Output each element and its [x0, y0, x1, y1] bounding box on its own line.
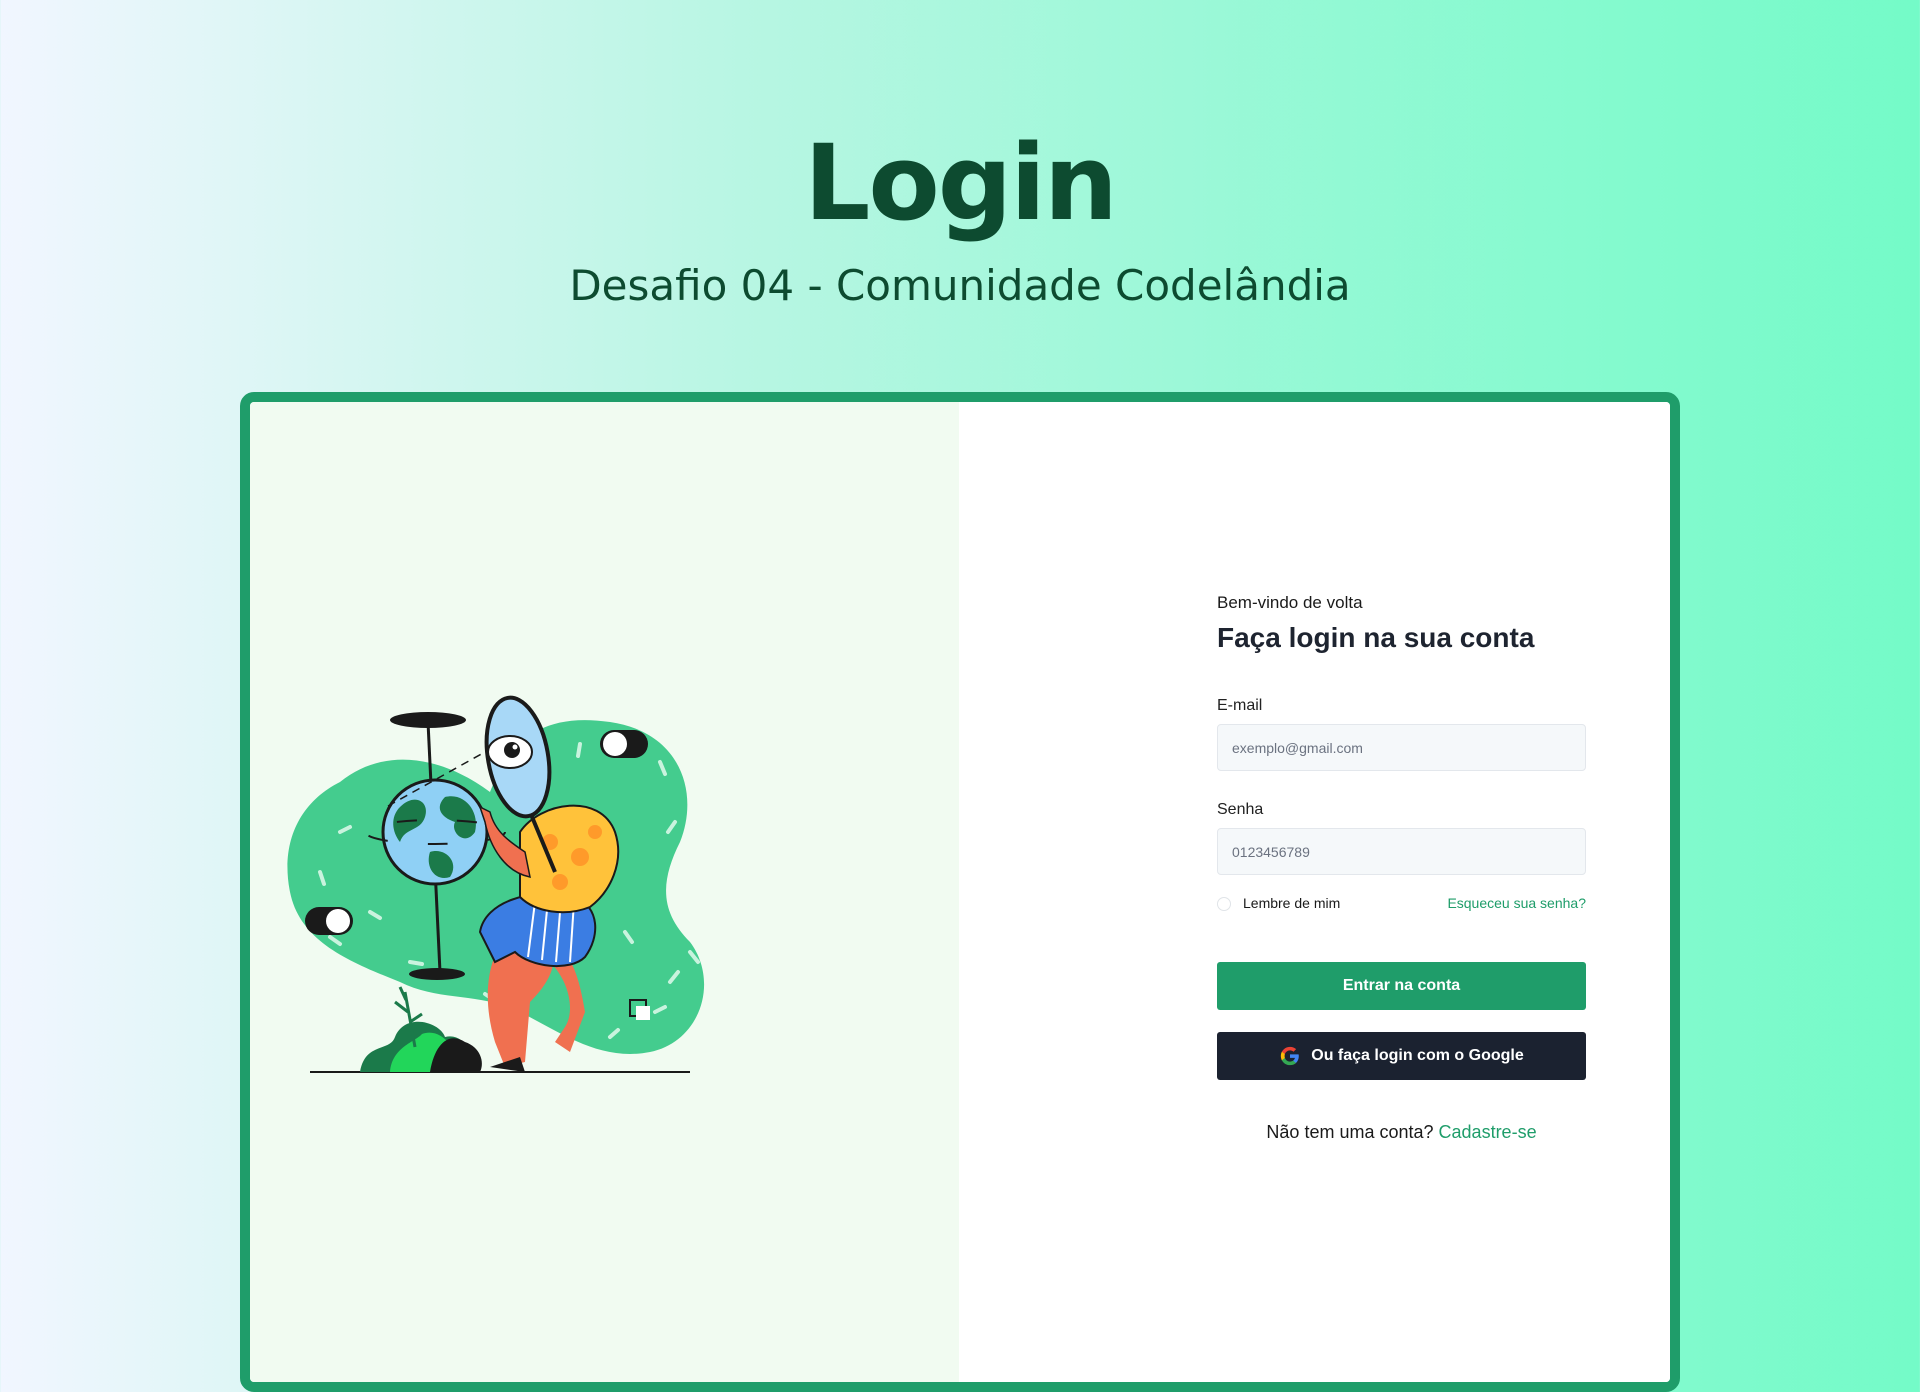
login-button[interactable]: Entrar na conta: [1217, 962, 1586, 1010]
email-field[interactable]: [1217, 724, 1586, 771]
password-label: Senha: [1217, 801, 1264, 818]
form-heading: Faça login na sua conta: [1217, 622, 1535, 653]
password-field[interactable]: [1217, 828, 1586, 875]
remember-label: Lembre de mim: [1243, 895, 1341, 911]
google-icon: [1281, 1046, 1300, 1066]
login-button-label: Entrar na conta: [1342, 977, 1461, 994]
google-login-button[interactable]: Ou faça login com o Google: [1217, 1032, 1586, 1080]
google-button-label: Ou faça login com o Google: [1311, 1047, 1524, 1064]
signup-prompt: Não tem uma conta?: [1266, 1122, 1434, 1142]
page-title: Login: [804, 122, 1118, 244]
forgot-password-link[interactable]: Esqueceu sua senha?: [1447, 895, 1586, 911]
remember-checkbox[interactable]: [1217, 897, 1231, 911]
illustration-panel: [250, 402, 959, 1382]
remember-row: Lembre de mim Esqueceu sua senha?: [1217, 894, 1586, 914]
login-form-panel: Bem-vindo de volta Faça login na sua con…: [959, 402, 1670, 1382]
signup-text: Não tem uma conta? Cadastre-se: [1217, 1122, 1586, 1143]
login-illustration: [287, 695, 705, 1073]
welcome-text: Bem-vindo de volta: [1217, 593, 1363, 612]
page-subtitle: Desafio 04 - Comunidade Codelândia: [569, 261, 1351, 310]
email-label: E-mail: [1217, 697, 1263, 714]
signup-link[interactable]: Cadastre-se: [1439, 1122, 1537, 1142]
login-form: Bem-vindo de volta Faça login na sua con…: [1217, 592, 1586, 1142]
login-card: Bem-vindo de volta Faça login na sua con…: [240, 392, 1680, 1392]
